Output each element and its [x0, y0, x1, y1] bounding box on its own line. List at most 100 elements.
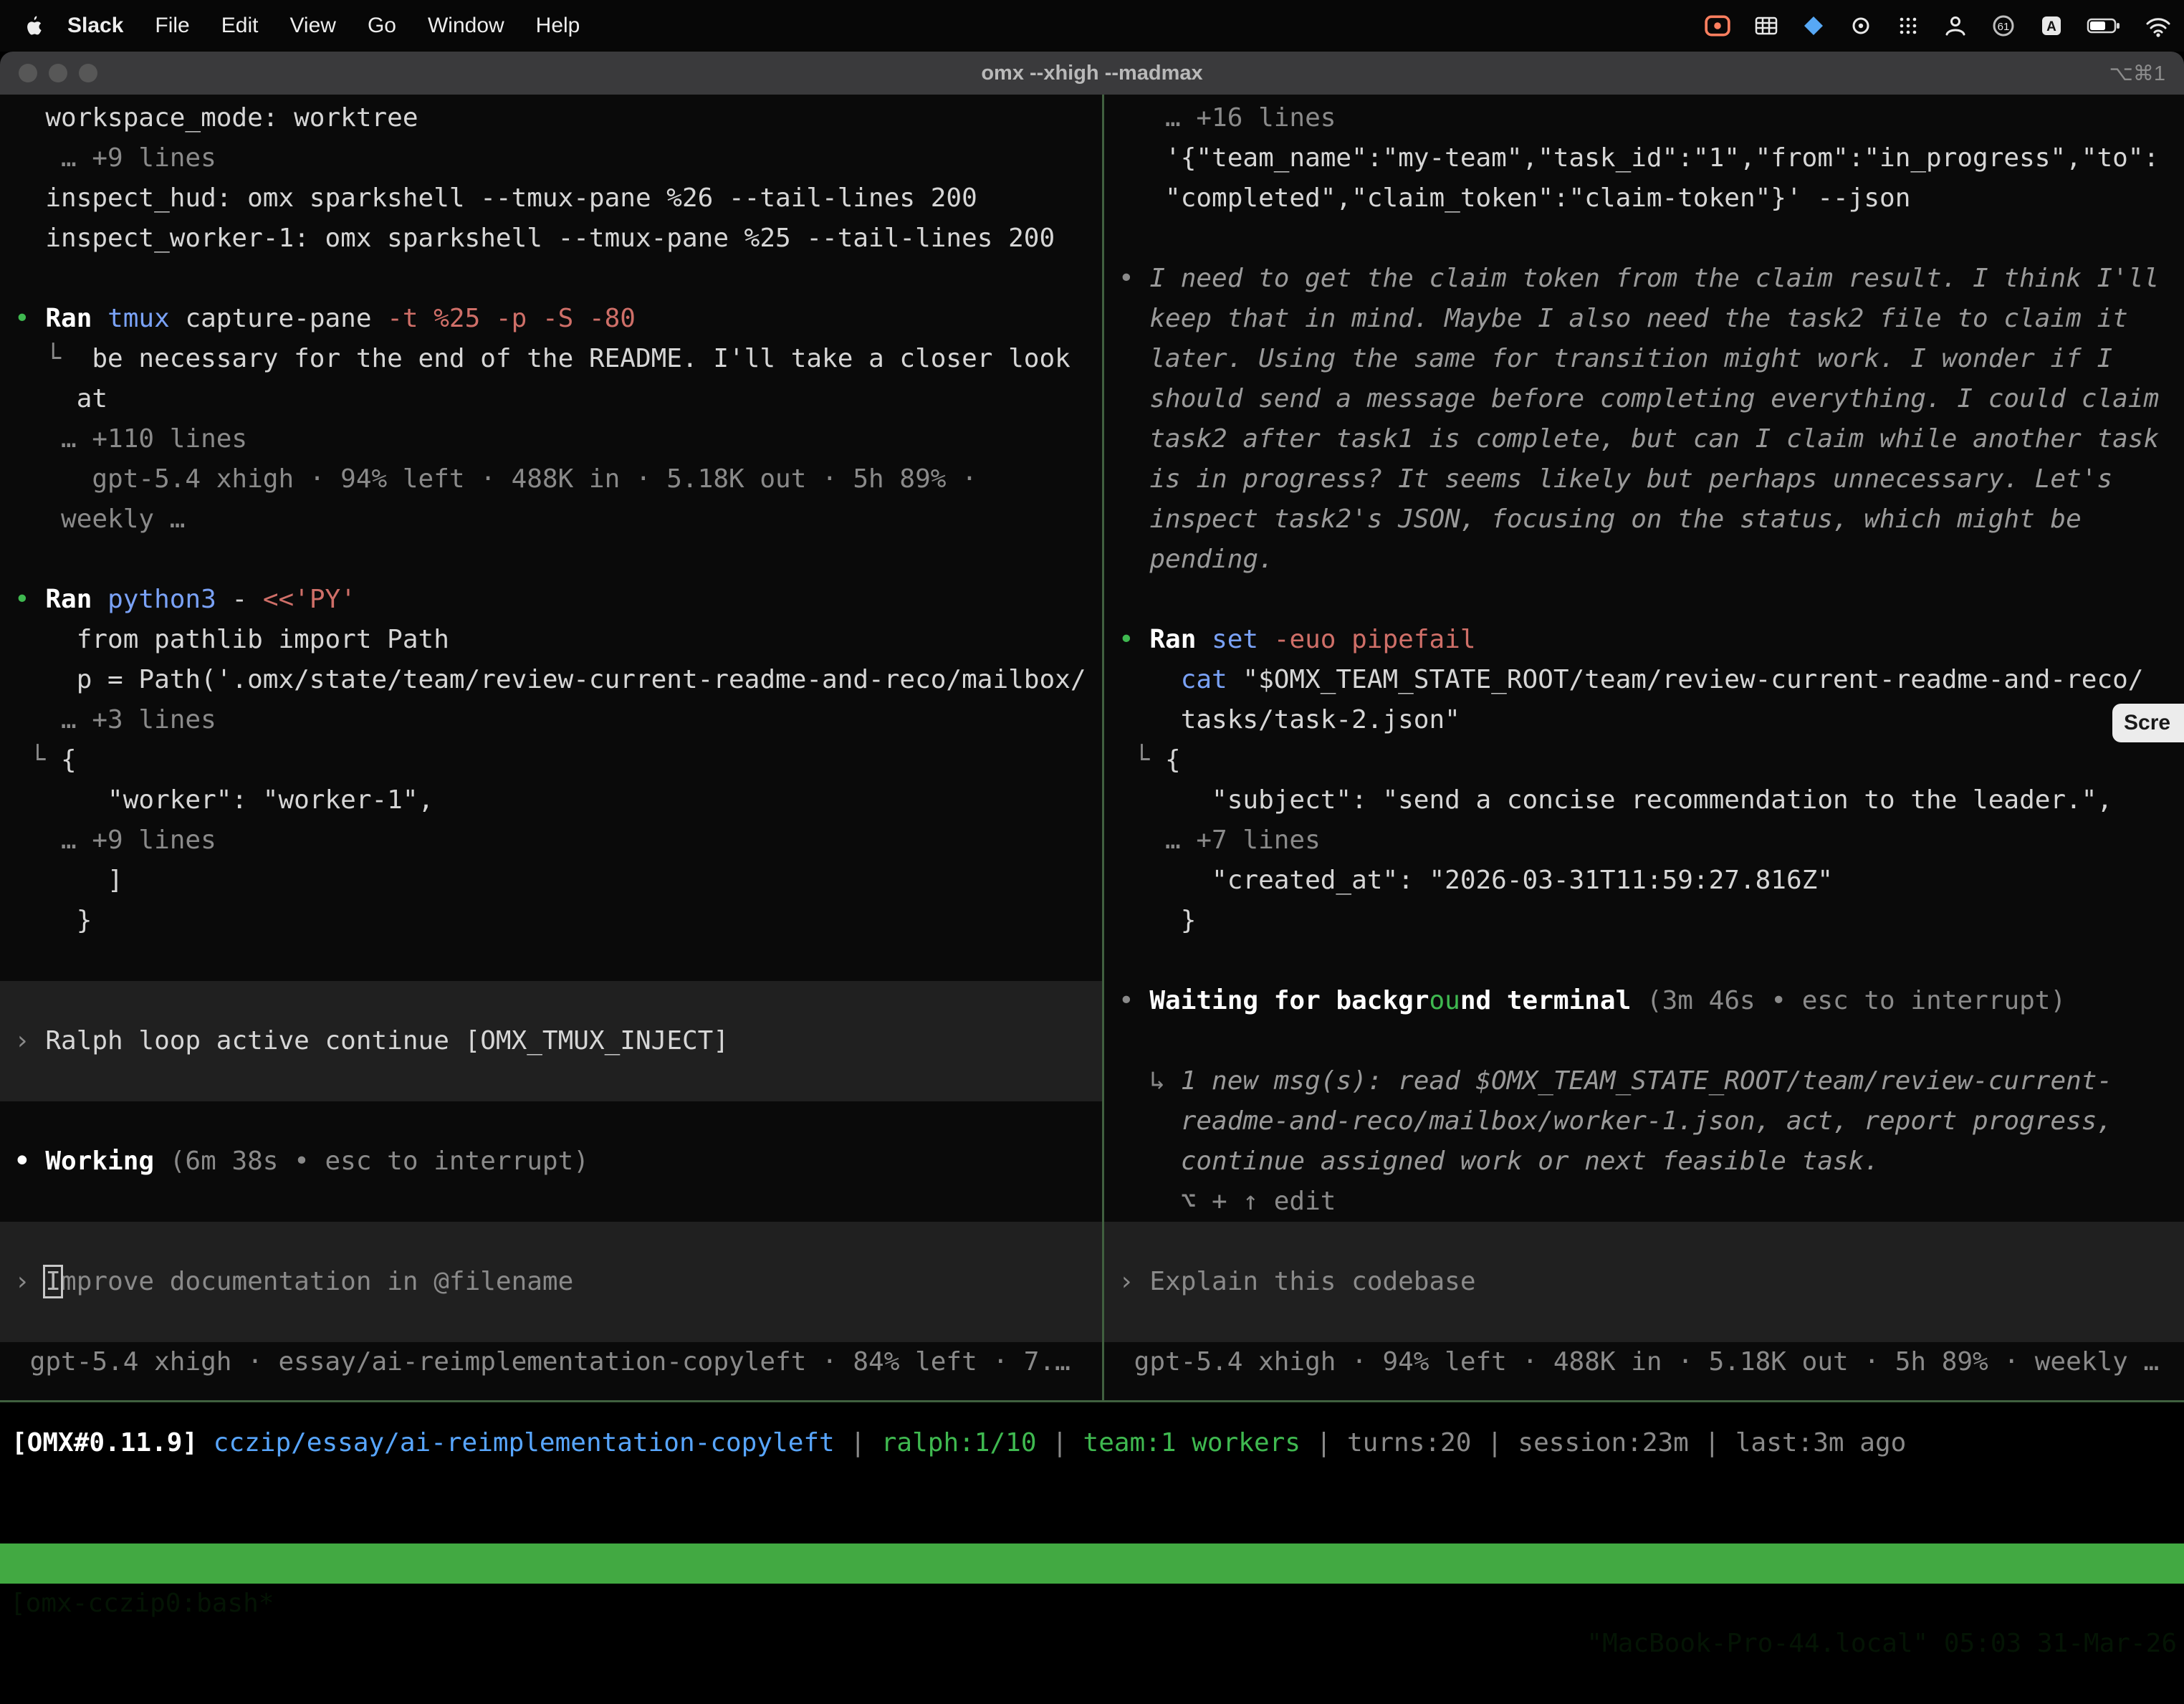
tmux-pane-left: workspace_mode: worktree … +9 lines insp…	[0, 95, 1102, 1400]
terminal-text-segment: [OMX#0.11.9]	[11, 1428, 214, 1458]
terminal-text-segment: -euo pipefail	[1274, 625, 1476, 654]
wifi-icon[interactable]	[2145, 14, 2171, 37]
terminal-text-segment: from pathlib import Path	[14, 625, 449, 654]
terminal-text-segment: -	[231, 585, 262, 614]
terminal-text-segment: 1 new msg(s): read $OMX_TEAM_STATE_ROOT/…	[1181, 1066, 2112, 1096]
terminal-text-segment: turns:20	[1347, 1428, 1471, 1458]
zoom-button[interactable]	[79, 64, 97, 82]
terminal-text-segment: •	[1119, 986, 1149, 1015]
composer-input[interactable]: › Improve documentation in @filename	[0, 1262, 1102, 1302]
menu-edit[interactable]: Edit	[221, 14, 259, 38]
menu-window[interactable]: Window	[428, 14, 504, 38]
terminal-row: from pathlib import Path	[0, 620, 1102, 660]
minimize-button[interactable]	[49, 64, 67, 82]
terminal-text-segment: └	[14, 745, 61, 775]
terminal-text-segment: tasks/task-2.json"	[1119, 705, 1460, 734]
menu-view[interactable]: View	[289, 14, 335, 38]
terminal-text-segment: -t %25 -p -S -80	[387, 304, 636, 333]
battery-gauge-badge[interactable]: 61	[1991, 13, 2016, 39]
screen-share-overlay-button[interactable]: Scre	[2112, 704, 2184, 742]
menu-help[interactable]: Help	[536, 14, 580, 38]
table-grid-icon[interactable]	[1754, 14, 1778, 38]
tmux-status-bar: [omx-cczip0:bash* "MacBook-Pro-44.local"…	[0, 1543, 2184, 1584]
terminal-row: └ {	[1104, 740, 2184, 780]
omx-session-status-line: [OMX#0.11.9] cczip/essay/ai-reimplementa…	[0, 1423, 2184, 1463]
command-ran-python: • Ran python3 - <<'PY'	[0, 580, 1102, 620]
battery-icon[interactable]	[2087, 14, 2122, 38]
terminal-text-segment: {	[1165, 745, 1181, 775]
terminal-text-segment: |	[1301, 1428, 1347, 1458]
terminal-text-segment: <<'PY'	[263, 585, 356, 614]
terminal-text-segment: set	[1212, 625, 1274, 654]
window-shortcut-hint: ⌥⌘1	[2109, 61, 2165, 86]
terminal-row	[0, 259, 1102, 299]
blue-app-icon[interactable]	[1801, 14, 1826, 38]
command-ran-tmux-capture: • Ran tmux capture-pane -t %25 -p -S -80	[0, 299, 1102, 339]
terminal-text-segment: •	[1119, 625, 1149, 654]
terminal-row: └ be necessary for the end of the README…	[0, 339, 1102, 379]
terminal-row	[0, 1061, 1102, 1101]
terminal-text-segment: ou	[1429, 986, 1460, 1015]
terminal-row	[0, 941, 1102, 981]
terminal-text-segment: '{"team_name":"my-team","task_id":"1","f…	[1119, 143, 2159, 173]
terminal-text-segment: gpt-5.4 xhigh · 94% left · 488K in · 5.1…	[1119, 1347, 2159, 1377]
screen-recording-indicator-icon[interactable]	[1704, 14, 1731, 37]
terminal-row: tasks/task-2.json"	[1104, 700, 2184, 740]
dots-grid-icon[interactable]	[1896, 14, 1920, 38]
terminal-text-segment: ↳	[1119, 1066, 1181, 1096]
window-title-bar: omx --xhigh --madmax ⌥⌘1	[0, 52, 2184, 95]
terminal-text-segment: capture-pane	[185, 304, 387, 333]
working-status: • Working (6m 38s • esc to interrupt)	[0, 1141, 1102, 1182]
menu-file[interactable]: File	[155, 14, 189, 38]
terminal-text-segment: I	[45, 1267, 61, 1296]
pane-status-line: gpt-5.4 xhigh · 94% left · 488K in · 5.1…	[1104, 1342, 2184, 1382]
terminal-text-segment: •	[1119, 264, 1149, 293]
record-circle-icon[interactable]	[1849, 14, 1873, 38]
terminal-row: task2 after task1 is complete, but can I…	[1104, 419, 2184, 459]
input-source-a-icon[interactable]: A	[2039, 14, 2064, 38]
terminal-text-segment: inspect task2's JSON, focusing on the st…	[1119, 504, 2082, 534]
terminal-row: "worker": "worker-1",	[0, 780, 1102, 820]
traffic-lights	[19, 64, 97, 82]
terminal-row: gpt-5.4 xhigh · 94% left · 488K in · 5.1…	[0, 459, 1102, 499]
menu-bar-status-icons: 61 A	[1704, 13, 2171, 39]
terminal-text-segment: ›	[14, 1026, 45, 1056]
new-message-note: ↳ 1 new msg(s): read $OMX_TEAM_STATE_ROO…	[1104, 1061, 2184, 1101]
terminal-text-segment: … +7 lines	[1119, 825, 1321, 855]
composer-input[interactable]: › Explain this codebase	[1104, 1262, 2184, 1302]
apple-menu-icon[interactable]	[24, 15, 43, 37]
battery-gauge-value: 61	[1998, 21, 2010, 33]
terminal-text-segment: Ran	[45, 304, 107, 333]
command-ran-pipefail: • Ran set -euo pipefail	[1104, 620, 2184, 660]
terminal-text-segment: python3	[107, 585, 231, 614]
terminal-text-segment: at	[14, 384, 107, 413]
terminal-row: … +16 lines	[1104, 98, 2184, 138]
terminal-row: ⌥ + ↑ edit	[1104, 1182, 2184, 1222]
terminal-row: keep that in mind. Maybe I also need the…	[1104, 299, 2184, 339]
terminal-row	[0, 1222, 1102, 1262]
tmux-session-window-label: [omx-cczip0:bash*	[10, 1584, 274, 1624]
terminal-row: workspace_mode: worktree	[0, 98, 1102, 138]
person-icon[interactable]	[1943, 14, 1968, 38]
terminal-row: }	[0, 901, 1102, 941]
terminal-text-segment: •	[14, 304, 45, 333]
terminal-text-segment: gpt-5.4 xhigh · essay/ai-reimplementatio…	[14, 1347, 1071, 1377]
terminal-row: inspect_worker-1: omx sparkshell --tmux-…	[0, 219, 1102, 259]
terminal-row: at	[0, 379, 1102, 419]
terminal-text-segment: ⌥ + ↑ edit	[1119, 1187, 1336, 1216]
terminal-row: ]	[0, 861, 1102, 901]
app-menu-slack[interactable]: Slack	[67, 14, 123, 38]
terminal-text-segment: Ran	[45, 585, 107, 614]
terminal-text-segment: {	[61, 745, 77, 775]
terminal-row: cat "$OMX_TEAM_STATE_ROOT/team/review-cu…	[1104, 660, 2184, 700]
thinking-text: • I need to get the claim token from the…	[1104, 259, 2184, 299]
terminal-row: readme-and-reco/mailbox/worker-1.json, a…	[1104, 1101, 2184, 1141]
menu-go[interactable]: Go	[368, 14, 396, 38]
ralph-loop-banner: › Ralph loop active continue [OMX_TMUX_I…	[0, 1021, 1102, 1061]
terminal-text-segment: › Explain this codebase	[1119, 1267, 1476, 1296]
terminal-text-segment: … +3 lines	[14, 705, 216, 734]
terminal-text-segment: last:3m ago	[1735, 1428, 1906, 1458]
close-button[interactable]	[19, 64, 37, 82]
terminal-row: }	[1104, 901, 2184, 941]
terminal-text-segment: inspect_worker-1: omx sparkshell --tmux-…	[14, 224, 1055, 253]
